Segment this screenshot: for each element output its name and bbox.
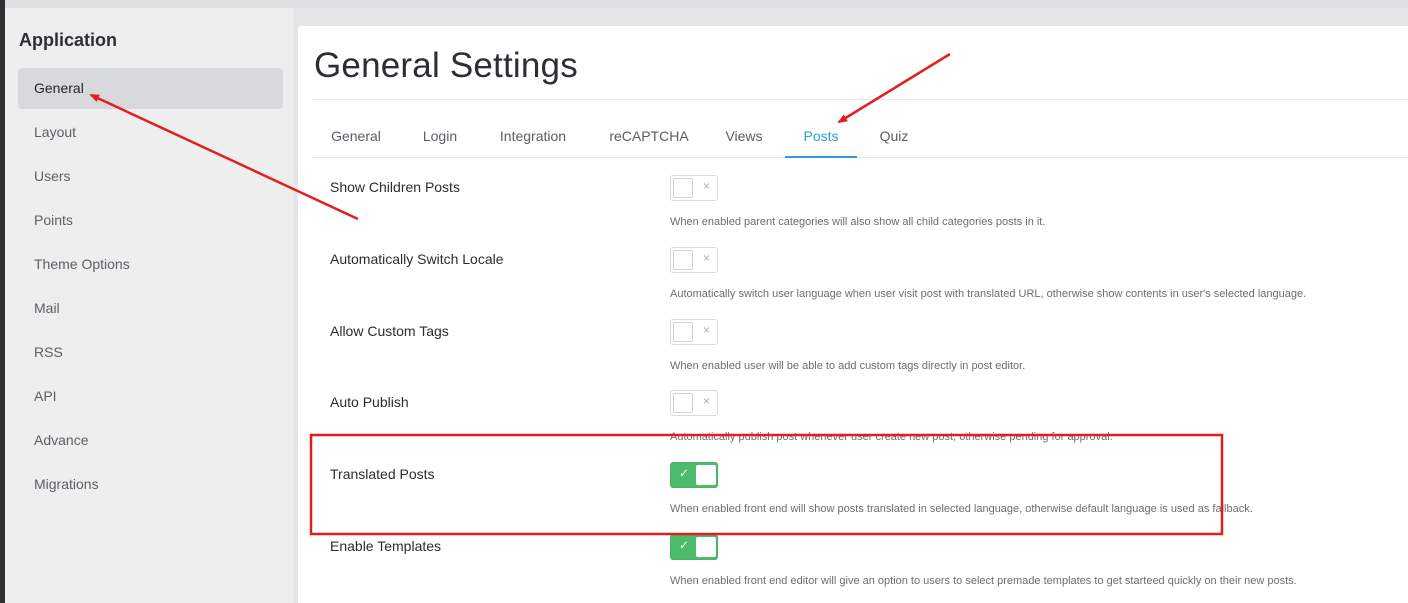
toggle-allow-custom-tags[interactable]: ×: [670, 319, 718, 345]
tab-bar: General Login Integration reCAPTCHA View…: [312, 120, 1408, 158]
toggle-show-children-posts[interactable]: ×: [670, 175, 718, 201]
sidebar-item-rss[interactable]: RSS: [18, 332, 283, 373]
check-icon: ✓: [679, 538, 690, 552]
toggle-knob: [696, 537, 716, 557]
sidebar-item-mail[interactable]: Mail: [18, 288, 283, 329]
toggle-auto-switch-locale[interactable]: ×: [670, 247, 718, 273]
setting-description: When enabled front end editor will give …: [670, 575, 1297, 587]
toggle-knob: [673, 250, 693, 270]
sidebar-item-layout[interactable]: Layout: [18, 112, 283, 153]
sidebar-item-api[interactable]: API: [18, 376, 283, 417]
setting-label-translated-posts: Translated Posts: [330, 466, 435, 482]
tab-quiz[interactable]: Quiz: [869, 120, 919, 158]
sidebar-item-users[interactable]: Users: [18, 156, 283, 197]
setting-description: When enabled parent categories will also…: [670, 216, 1046, 228]
setting-label-enable-templates: Enable Templates: [330, 538, 442, 554]
setting-description: When enabled front end will show posts t…: [670, 503, 1253, 515]
tab-views[interactable]: Views: [714, 120, 774, 158]
setting-description: Automatically publish post whenever user…: [670, 431, 1113, 443]
toggle-knob: [696, 465, 716, 485]
toggle-enable-templates[interactable]: ✓: [670, 534, 718, 560]
tab-integration[interactable]: Integration: [488, 120, 578, 158]
sidebar: Application General Layout Users Points …: [5, 8, 293, 603]
close-icon: ×: [702, 251, 710, 265]
page-title: General Settings: [314, 46, 578, 85]
sidebar-title: Application: [19, 30, 117, 50]
settings-panel: General Settings General Login Integrati…: [298, 26, 1408, 603]
top-bar: [0, 0, 1408, 8]
tab-general[interactable]: General: [320, 120, 392, 158]
setting-description: When enabled user will be able to add cu…: [670, 360, 1026, 372]
setting-label-auto-publish: Auto Publish: [330, 394, 409, 410]
setting-label-allow-custom-tags: Allow Custom Tags: [330, 323, 449, 339]
sidebar-item-general[interactable]: General: [18, 68, 283, 109]
toggle-auto-publish[interactable]: ×: [670, 390, 718, 416]
tab-posts[interactable]: Posts: [785, 120, 857, 158]
setting-label-show-children-posts: Show Children Posts: [330, 179, 460, 195]
divider: [312, 99, 1408, 100]
setting-description: Automatically switch user language when …: [670, 288, 1307, 300]
toggle-knob: [673, 393, 693, 413]
tab-login[interactable]: Login: [410, 120, 470, 158]
check-icon: ✓: [679, 466, 690, 480]
toggle-knob: [673, 178, 693, 198]
toggle-knob: [673, 322, 693, 342]
close-icon: ×: [702, 323, 710, 337]
close-icon: ×: [702, 179, 710, 193]
close-icon: ×: [702, 394, 710, 408]
toggle-translated-posts[interactable]: ✓: [670, 462, 718, 488]
sidebar-item-points[interactable]: Points: [18, 200, 283, 241]
sidebar-item-theme-options[interactable]: Theme Options: [18, 244, 283, 285]
sidebar-item-advance[interactable]: Advance: [18, 420, 283, 461]
tab-recaptcha[interactable]: reCAPTCHA: [599, 120, 699, 158]
setting-label-auto-switch-locale: Automatically Switch Locale: [330, 251, 504, 267]
sidebar-item-migrations[interactable]: Migrations: [18, 464, 283, 505]
